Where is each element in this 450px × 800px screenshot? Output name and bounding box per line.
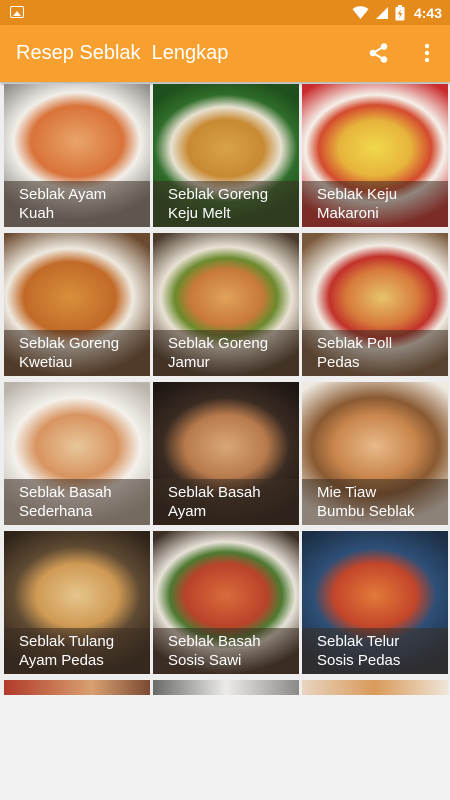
recipe-card[interactable]: Seblak Basah Sosis Sawi bbox=[153, 531, 299, 674]
recipe-title-line2: Jamur bbox=[168, 354, 210, 371]
recipe-title-line1: Seblak Basah bbox=[168, 484, 261, 501]
recipe-title-line1: Seblak Basah bbox=[19, 484, 112, 501]
recipe-title-line2: Pedas bbox=[317, 354, 360, 371]
recipe-card-partial[interactable] bbox=[4, 680, 150, 695]
clock: 4:43 bbox=[413, 4, 442, 21]
overflow-menu-icon bbox=[424, 43, 430, 63]
recipe-card[interactable]: Seblak Goreng Keju Melt bbox=[153, 84, 299, 227]
recipe-caption: Seblak Basah Sosis Sawi bbox=[153, 628, 299, 674]
recipe-title-line2: Ayam Pedas bbox=[19, 652, 104, 669]
recipe-card[interactable]: Mie Tiaw Bumbu Seblak bbox=[302, 382, 448, 525]
recipe-title-line1: Seblak Poll bbox=[317, 335, 393, 352]
recipe-grid[interactable]: Seblak Ayam Kuah Seblak Goreng Keju Melt S… bbox=[0, 84, 450, 695]
recipe-card[interactable]: Seblak Poll Pedas bbox=[302, 233, 448, 376]
recipe-caption: Seblak Goreng Jamur bbox=[153, 330, 299, 376]
recipe-title-line1: Seblak Goreng bbox=[168, 335, 269, 352]
recipe-title-line1: Seblak Basah bbox=[168, 633, 261, 650]
recipe-title-line2: Kuah bbox=[19, 205, 55, 222]
recipe-card[interactable]: Seblak Ayam Kuah bbox=[4, 84, 150, 227]
recipe-title-line1: Seblak Tulang bbox=[19, 633, 115, 650]
signal-icon bbox=[375, 6, 388, 19]
notification-icon bbox=[10, 6, 24, 18]
recipe-title-line2: Ayam bbox=[168, 503, 207, 520]
recipe-title-line2: Makaroni bbox=[317, 205, 379, 222]
recipe-caption: Seblak Ayam Kuah bbox=[4, 181, 150, 227]
recipe-card[interactable]: Seblak Keju Makaroni bbox=[302, 84, 448, 227]
recipe-title-line1: Seblak Keju bbox=[317, 186, 398, 203]
overflow-menu-button[interactable] bbox=[414, 40, 440, 66]
recipe-title-line1: Seblak Telur bbox=[317, 633, 400, 650]
recipe-card[interactable]: Seblak Basah Sederhana bbox=[4, 382, 150, 525]
battery-icon bbox=[395, 4, 405, 20]
recipe-card[interactable]: Seblak Tulang Ayam Pedas bbox=[4, 531, 150, 674]
status-icons: 4:43 bbox=[352, 3, 442, 22]
recipe-photo bbox=[302, 680, 448, 695]
status-bar: 4:43 bbox=[0, 0, 450, 25]
recipe-title-line1: Seblak Goreng bbox=[168, 186, 269, 203]
recipe-caption: Seblak Tulang Ayam Pedas bbox=[4, 628, 150, 674]
empty-ad-area bbox=[0, 695, 450, 800]
wifi-icon bbox=[352, 5, 369, 19]
recipe-title-line2: Sosis Sawi bbox=[168, 652, 242, 669]
recipe-title-line2: Kwetiau bbox=[19, 354, 73, 371]
recipe-caption: Seblak Basah Ayam bbox=[153, 479, 299, 525]
recipe-title-line1: Seblak Goreng bbox=[19, 335, 120, 352]
recipe-title-line2: Keju Melt bbox=[168, 205, 231, 222]
recipe-title-line1: Mie Tiaw bbox=[317, 484, 377, 501]
share-button[interactable] bbox=[366, 40, 392, 66]
recipe-card[interactable]: Seblak Goreng Jamur bbox=[153, 233, 299, 376]
recipe-card[interactable]: Seblak Basah Ayam bbox=[153, 382, 299, 525]
recipe-caption: Seblak Goreng Keju Melt bbox=[153, 181, 299, 227]
recipe-caption: Seblak Basah Sederhana bbox=[4, 479, 150, 525]
recipe-caption: Seblak Poll Pedas bbox=[302, 330, 448, 376]
recipe-caption: Seblak Telur Sosis Pedas bbox=[302, 628, 448, 674]
recipe-photo bbox=[4, 680, 150, 695]
recipe-caption: Seblak Goreng Kwetiau bbox=[4, 330, 150, 376]
recipe-photo bbox=[153, 680, 299, 695]
app-title: Resep Seblak Lengkap bbox=[16, 42, 229, 64]
recipe-title-line1: Seblak Ayam bbox=[19, 186, 107, 203]
recipe-caption: Mie Tiaw Bumbu Seblak bbox=[302, 479, 448, 525]
recipe-card-partial[interactable] bbox=[302, 680, 448, 695]
app-bar: Resep Seblak Lengkap bbox=[0, 25, 450, 82]
recipe-card[interactable]: Seblak Telur Sosis Pedas bbox=[302, 531, 448, 674]
recipe-title-line2: Sosis Pedas bbox=[317, 652, 401, 669]
recipe-card-partial[interactable] bbox=[153, 680, 299, 695]
share-icon bbox=[369, 43, 388, 63]
recipe-caption: Seblak Keju Makaroni bbox=[302, 181, 448, 227]
recipe-title-line2: Bumbu Seblak bbox=[317, 503, 415, 520]
recipe-card[interactable]: Seblak Goreng Kwetiau bbox=[4, 233, 150, 376]
recipe-title-line2: Sederhana bbox=[19, 503, 93, 520]
